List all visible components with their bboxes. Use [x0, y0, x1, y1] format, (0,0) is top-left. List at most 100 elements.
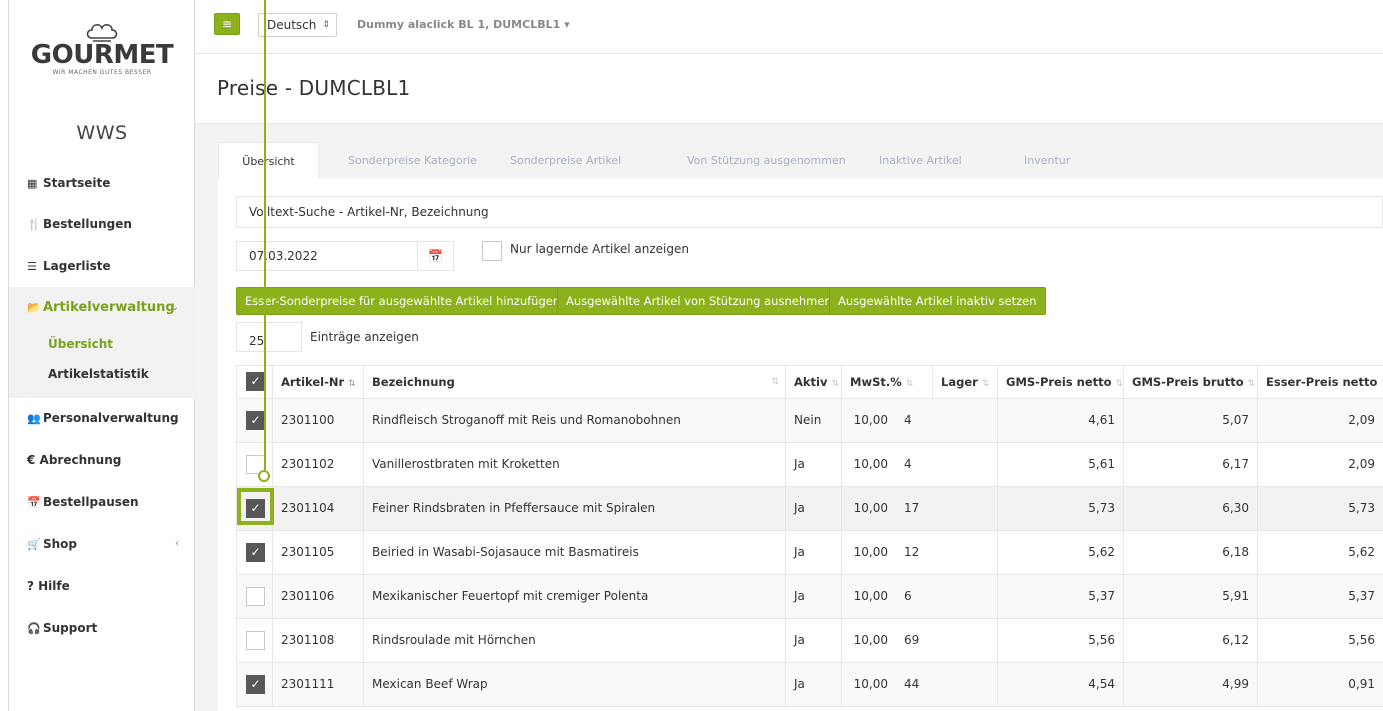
select-arrows-icon: ⇕	[322, 20, 330, 30]
cell-bezeichnung: Mexican Beef Wrap	[363, 663, 785, 706]
sidebar-subitem-artikelstatistik[interactable]: Artikelstatistik	[9, 359, 195, 398]
sidebar-item-abrechnung[interactable]: € Abrechnung	[9, 439, 195, 481]
sidebar-subitem-uebersicht[interactable]: Übersicht	[9, 329, 195, 359]
cell-aktiv: Nein	[785, 399, 841, 442]
table-row[interactable]: 2301106 Mexikanischer Feuertopf mit cremi…	[236, 575, 1383, 619]
sidebar-inner: GOURMET WIR MACHEN GUTES BESSER WWS ▦ Sta…	[8, 0, 195, 711]
cell-bezeichnung: Rindfleisch Stroganoff mit Reis und Roma…	[363, 399, 785, 442]
sort-icon: ⇅	[1115, 379, 1123, 389]
sidebar-item-lagerliste[interactable]: ☰ Lagerliste	[9, 245, 195, 287]
cell-artikel-nr: 2301111	[272, 663, 363, 706]
language-select-value: Deutsch	[267, 18, 317, 32]
set-inactive-button[interactable]: Ausgewählte Artikel inaktiv setzen	[829, 287, 1046, 315]
sidebar-item-label: Bestellpausen	[43, 495, 139, 509]
cell-esser-netto: 5,37	[1257, 575, 1383, 618]
column-header-label: Aktiv	[794, 375, 828, 389]
table-row[interactable]: 2301108 Rindsroulade mit Hörnchen Ja 10,00 6…	[236, 619, 1383, 663]
row-checkbox[interactable]: ✓	[246, 675, 265, 694]
table-row[interactable]: ✓ 2301105 Beiried in Wasabi-Sojasauce mit …	[236, 531, 1383, 575]
row-checkbox[interactable]: ✓	[246, 411, 265, 430]
sidebar-item-label: Bestellungen	[43, 217, 132, 231]
column-header-esser-netto[interactable]: Esser-Preis netto⇅	[1257, 366, 1383, 398]
exclude-subsidy-button[interactable]: Ausgewählte Artikel von Stützung ausnehm…	[557, 287, 841, 315]
sidebar-item-artikelverwaltung[interactable]: 📂 Artikelverwaltung ⌄	[9, 287, 195, 329]
column-header-mwst[interactable]: MwSt.% ⇅	[841, 366, 932, 398]
cell-aktiv: Ja	[785, 443, 841, 486]
cell-mwst: 10,00	[841, 487, 896, 530]
cell-esser-netto: 2,09	[1257, 443, 1383, 486]
tab-inaktive-artikel[interactable]: Inaktive Artikel	[879, 142, 962, 179]
stock-only-checkbox[interactable]	[482, 241, 502, 261]
sidebar-item-personalverwaltung[interactable]: 👥 Personalverwaltung	[9, 397, 195, 439]
row-select-cell	[236, 575, 272, 618]
menu-toggle-button[interactable]: ≡	[214, 13, 240, 35]
sidebar-item-bestellungen[interactable]: 🍴 Bestellungen	[9, 203, 195, 245]
column-header-label: Artikel-Nr	[281, 375, 345, 389]
table-row[interactable]: 2301102 Vanillerostbraten mit Kroketten Ja…	[236, 443, 1383, 487]
column-header-artikel-nr[interactable]: Artikel-Nr ⇅	[272, 366, 363, 398]
sidebar-item-label: Artikelverwaltung	[43, 300, 175, 315]
headset-icon: 🎧	[27, 622, 41, 635]
row-checkbox[interactable]	[246, 587, 265, 606]
tab-von-stuetzung-ausgenommen[interactable]: Von Stützung ausgenommen	[687, 142, 846, 179]
table-header-row: ✓ Artikel-Nr ⇅ Bezeichnung ⇅ Aktiv ⇅ MwSt.%…	[236, 365, 1383, 399]
sidebar-item-support[interactable]: 🎧 Support	[9, 607, 195, 649]
row-checkbox[interactable]	[246, 631, 265, 650]
select-all-checkbox[interactable]: ✓	[246, 372, 265, 391]
column-header-label: Bezeichnung	[372, 375, 455, 389]
cell-gms-netto: 4,61	[997, 399, 1123, 442]
sidebar-item-label: Support	[43, 621, 98, 635]
cell-gms-netto: 5,37	[997, 575, 1123, 618]
column-header-bezeichnung[interactable]: Bezeichnung ⇅	[363, 366, 785, 398]
sidebar-item-bestellpausen[interactable]: 📅 Bestellpausen	[9, 481, 195, 523]
row-select-cell: ✓	[236, 399, 272, 442]
tab-uebersicht[interactable]: Übersicht	[218, 142, 319, 179]
sidebar-item-label: Startseite	[43, 176, 111, 190]
cell-aktiv: Ja	[785, 575, 841, 618]
sidebar-item-hilfe[interactable]: ? Hilfe	[9, 565, 195, 607]
column-header-gms-netto[interactable]: GMS-Preis netto ⇅	[997, 366, 1123, 398]
page-title: Preise - DUMCLBL1	[217, 76, 411, 100]
table-row[interactable]: ✓ 2301111 Mexican Beef Wrap Ja 10,00 44 4,54 4,…	[236, 663, 1383, 707]
page-length-input[interactable]: 25	[236, 322, 302, 352]
language-select[interactable]: Deutsch ⇕	[258, 13, 337, 37]
sidebar-item-label: Personalverwaltung	[43, 411, 179, 425]
cell-gms-brutto: 5,07	[1123, 399, 1257, 442]
cell-lager: 69	[904, 633, 920, 647]
chevron-down-icon: ⌄	[170, 302, 179, 313]
row-select-cell: ✓	[236, 663, 272, 706]
sort-icon: ⇅	[905, 379, 914, 389]
cell-mwst: 10,00	[841, 531, 896, 574]
account-dropdown[interactable]: Dummy alaclick BL 1, DUMCLBL1 ▾	[357, 18, 570, 31]
brand-logo[interactable]: GOURMET WIR MACHEN GUTES BESSER	[9, 22, 195, 76]
app-name: WWS	[76, 122, 128, 144]
logo-text: GOURMET	[30, 40, 174, 70]
tab-sonderpreise-kategorie[interactable]: Sonderpreise Kategorie	[348, 142, 477, 179]
add-special-prices-button[interactable]: Esser-Sonderpreise für ausgewählte Artik…	[236, 287, 570, 315]
search-input[interactable]: Volltext-Suche - Artikel-Nr, Bezeichnung	[236, 196, 1383, 228]
cell-gms-netto: 5,61	[997, 443, 1123, 486]
row-checkbox[interactable]: ✓	[246, 543, 265, 562]
table-row[interactable]: ✓ 2301104 Feiner Rindsbraten in Pfeffersau…	[236, 487, 1383, 531]
column-header-label: GMS-Preis netto	[1006, 375, 1112, 389]
tab-sonderpreise-artikel[interactable]: Sonderpreise Artikel	[510, 142, 621, 179]
row-select-cell: ✓	[236, 531, 272, 574]
cell-lager: 44	[904, 677, 920, 691]
sort-icon: ⇅	[1247, 379, 1256, 389]
calendar-button[interactable]: 📅	[417, 241, 454, 271]
column-header-aktiv[interactable]: Aktiv ⇅	[785, 366, 841, 398]
sidebar-item-shop[interactable]: 🛒 Shop ‹	[9, 523, 195, 565]
column-header-gms-brutto[interactable]: GMS-Preis brutto ⇅	[1123, 366, 1257, 398]
table-row[interactable]: ✓ 2301100 Rindfleisch Stroganoff mit Reis …	[236, 399, 1383, 443]
logo-slogan: WIR MACHEN GUTES BESSER	[52, 69, 152, 76]
folder-open-icon: 📂	[27, 301, 41, 314]
column-header-label: Esser-Preis netto	[1266, 375, 1378, 389]
sidebar-item-startseite[interactable]: ▦ Startseite	[9, 162, 195, 204]
column-header-lager[interactable]: Lager ⇅	[932, 366, 997, 398]
cell-mwst: 10,00	[841, 663, 896, 706]
tab-inventur[interactable]: Inventur	[1024, 142, 1070, 179]
select-all-cell: ✓	[236, 366, 272, 398]
cell-bezeichnung: Vanillerostbraten mit Kroketten	[363, 443, 785, 486]
sort-asc-icon: ⇅	[348, 379, 356, 389]
cell-aktiv: Ja	[785, 619, 841, 662]
